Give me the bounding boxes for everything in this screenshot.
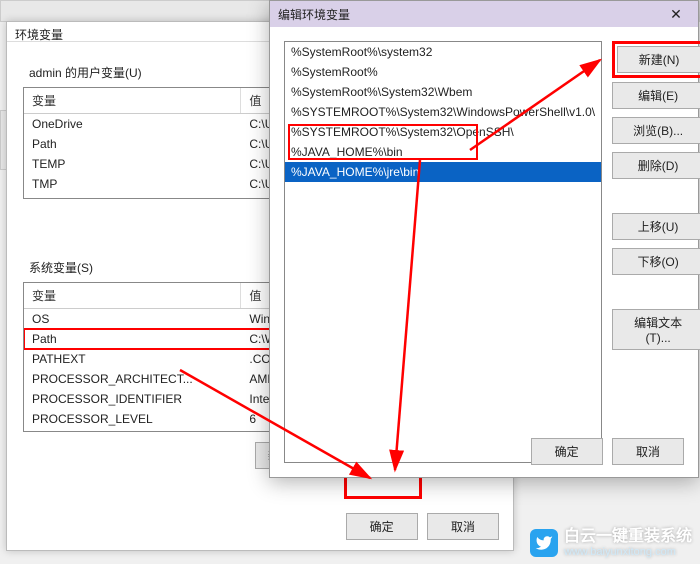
new-button[interactable]: 新建(N) [617, 46, 700, 73]
move-up-button[interactable]: 上移(U) [612, 213, 700, 240]
list-item[interactable]: %SystemRoot% [285, 62, 601, 82]
title-text: 环境变量 [15, 28, 63, 42]
col-variable[interactable]: 变量 [24, 88, 241, 114]
title-text: 编辑环境变量 [278, 6, 662, 23]
move-down-button[interactable]: 下移(O) [612, 248, 700, 275]
watermark-url: www.baiyunxitong.com [564, 546, 692, 558]
list-item[interactable]: %SYSTEMROOT%\System32\WindowsPowerShell\… [285, 102, 601, 122]
list-item[interactable]: %SystemRoot%\system32 [285, 42, 601, 62]
edit-button[interactable]: 编辑(E) [612, 82, 700, 109]
browse-button[interactable]: 浏览(B)... [612, 117, 700, 144]
watermark: 白云一键重装系统 www.baiyunxitong.com [530, 528, 692, 558]
ok-button[interactable]: 确定 [346, 513, 418, 540]
cancel-button[interactable]: 取消 [612, 438, 684, 465]
logo-icon [530, 529, 558, 557]
list-item[interactable]: %SystemRoot%\System32\Wbem [285, 82, 601, 102]
list-item[interactable]: %SYSTEMROOT%\System32\OpenSSH\ [285, 122, 601, 142]
delete-button[interactable]: 删除(D) [612, 152, 700, 179]
watermark-name: 白云一键重装系统 [564, 528, 692, 546]
path-list[interactable]: %SystemRoot%\system32 %SystemRoot% %Syst… [284, 41, 602, 463]
edit-text-button[interactable]: 编辑文本(T)... [612, 309, 700, 350]
ok-button[interactable]: 确定 [531, 438, 603, 465]
col-variable[interactable]: 变量 [24, 283, 241, 309]
side-buttons: 新建(N) 编辑(E) 浏览(B)... 删除(D) 上移(U) 下移(O) 编… [612, 41, 700, 463]
annotation-new-highlight: 新建(N) [612, 41, 700, 78]
dialog-titlebar[interactable]: 编辑环境变量 ✕ [270, 1, 698, 27]
dialog-bottom-buttons: 确定 取消 [340, 513, 499, 540]
close-icon[interactable]: ✕ [662, 6, 690, 23]
edit-env-var-dialog: 编辑环境变量 ✕ %SystemRoot%\system32 %SystemRo… [269, 0, 699, 478]
dialog-bottom-buttons: 确定 取消 [525, 438, 684, 465]
list-item[interactable]: %JAVA_HOME%\bin [285, 142, 601, 162]
list-item-selected[interactable]: %JAVA_HOME%\jre\bin [285, 162, 601, 182]
cancel-button[interactable]: 取消 [427, 513, 499, 540]
